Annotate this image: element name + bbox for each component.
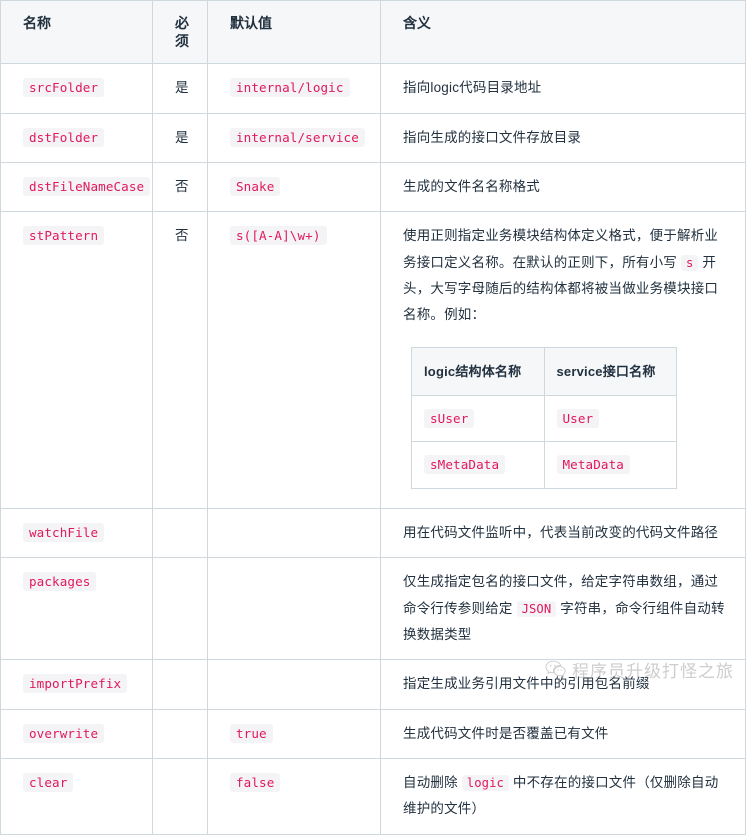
inner-column-header-service: service接口名称 bbox=[544, 347, 677, 396]
table-row: dstFileNameCase 否 Snake 生成的文件名名称格式 bbox=[0, 162, 746, 213]
cell-meaning: 使用正则指定业务模块结构体定义格式，便于解析业务接口定义名称。在默认的正则下，所… bbox=[380, 211, 746, 509]
service-interface-code: MetaData bbox=[556, 455, 630, 475]
cell-required: 否 bbox=[152, 211, 208, 509]
cell-default: false bbox=[207, 758, 381, 835]
cell-meaning: 指定生成业务引用文件中的引用包名前缀 bbox=[380, 659, 746, 710]
table-row: packages 仅生成指定包名的接口文件，给定字符串数组，通过命令行传参则给定… bbox=[0, 557, 746, 661]
param-name-code: dstFolder bbox=[23, 127, 105, 147]
cell-required: 是 bbox=[152, 113, 208, 164]
service-interface-code: User bbox=[556, 408, 600, 428]
column-header-default: 默认值 bbox=[207, 0, 381, 65]
default-value-code: false bbox=[230, 772, 281, 792]
cell-default: true bbox=[207, 709, 381, 759]
inline-code-json: JSON bbox=[516, 600, 557, 617]
default-value-code: s([A-A]\w+) bbox=[230, 226, 327, 246]
cell-param-name: dstFolder bbox=[0, 113, 153, 164]
default-value-code: internal/logic bbox=[230, 78, 350, 98]
cell-param-name: dstFileNameCase bbox=[0, 162, 153, 213]
inner-table-row: sUser User bbox=[411, 395, 677, 443]
table-row: watchFile 用在代码文件监听中，代表当前改变的代码文件路径 bbox=[0, 508, 746, 559]
inline-code-logic: logic bbox=[461, 774, 509, 791]
cell-meaning: 仅生成指定包名的接口文件，给定字符串数组，通过命令行传参则给定 JSON 字符串… bbox=[380, 557, 746, 661]
cell-meaning: 自动删除 logic 中不存在的接口文件（仅删除自动维护的文件） bbox=[380, 758, 746, 835]
cell-param-name: srcFolder bbox=[0, 63, 153, 114]
cell-meaning: 生成的文件名名称格式 bbox=[380, 162, 746, 213]
param-name-code: packages bbox=[23, 572, 97, 592]
cell-meaning: 指向logic代码目录地址 bbox=[380, 63, 746, 114]
param-name-code: clear bbox=[23, 772, 74, 792]
cell-required bbox=[152, 557, 208, 661]
param-name-code: srcFolder bbox=[23, 78, 105, 98]
cell-required bbox=[152, 659, 208, 710]
column-header-required: 必须 bbox=[152, 0, 208, 65]
cell-default bbox=[207, 557, 381, 661]
param-name-code: watchFile bbox=[23, 523, 105, 542]
cell-param-name: packages bbox=[0, 557, 153, 661]
inner-column-header-logic: logic结构体名称 bbox=[411, 347, 545, 396]
meaning-text: 用在代码文件监听中，代表当前改变的代码文件路径 bbox=[403, 525, 719, 540]
table-row: importPrefix 指定生成业务引用文件中的引用包名前缀 bbox=[0, 659, 746, 710]
example-mapping-table: logic结构体名称 service接口名称 sUser User sMetaD… bbox=[411, 346, 677, 489]
meaning-text-part1: 自动删除 bbox=[403, 774, 462, 790]
cell-default: Snake bbox=[207, 162, 381, 213]
cell-meaning: 用在代码文件监听中，代表当前改变的代码文件路径 bbox=[380, 508, 746, 559]
inner-header-row: logic结构体名称 service接口名称 bbox=[411, 347, 677, 396]
table-row: stPattern 否 s([A-A]\w+) 使用正则指定业务模块结构体定义格… bbox=[0, 211, 746, 509]
meaning-text: 指向logic代码目录地址 bbox=[403, 80, 542, 96]
cell-default: internal/service bbox=[207, 113, 381, 164]
cell-default: s([A-A]\w+) bbox=[207, 211, 381, 509]
cell-default bbox=[207, 659, 381, 710]
meaning-text: 指定生成业务引用文件中的引用包名前缀 bbox=[403, 676, 650, 692]
param-name-code: stPattern bbox=[23, 226, 105, 246]
param-name-code: dstFileNameCase bbox=[23, 177, 151, 196]
cell-required: 否 bbox=[152, 162, 208, 213]
default-value-code: internal/service bbox=[230, 127, 365, 147]
param-name-code: importPrefix bbox=[23, 674, 128, 694]
page-root: 名称 必须 默认值 含义 srcFolder 是 internal/logic … bbox=[0, 0, 746, 835]
inner-cell-service: User bbox=[544, 395, 677, 443]
default-value-code: true bbox=[230, 723, 273, 743]
cell-param-name: overwrite bbox=[0, 709, 153, 759]
cell-default: internal/logic bbox=[207, 63, 381, 114]
meaning-text: 指向生成的接口文件存放目录 bbox=[403, 129, 582, 145]
inline-code-s: s bbox=[680, 254, 699, 271]
inner-cell-logic: sUser bbox=[411, 395, 545, 443]
logic-struct-code: sMetaData bbox=[424, 455, 506, 475]
cell-required bbox=[152, 758, 208, 835]
meaning-paragraph: 使用正则指定业务模块结构体定义格式，便于解析业务接口定义名称。在默认的正则下，所… bbox=[403, 223, 731, 328]
inner-table-head: logic结构体名称 service接口名称 bbox=[411, 347, 677, 396]
column-header-name: 名称 bbox=[0, 0, 153, 65]
logic-struct-code: sUser bbox=[424, 408, 475, 428]
cell-param-name: importPrefix bbox=[0, 659, 153, 710]
table-row: dstFolder 是 internal/service 指向生成的接口文件存放… bbox=[0, 113, 746, 164]
cell-param-name: stPattern bbox=[0, 211, 153, 509]
cell-param-name: clear bbox=[0, 758, 153, 835]
table-body: srcFolder 是 internal/logic 指向logic代码目录地址… bbox=[0, 63, 746, 835]
cell-meaning: 生成代码文件时是否覆盖已有文件 bbox=[380, 709, 746, 759]
meaning-text: 生成的文件名名称格式 bbox=[403, 179, 540, 194]
inner-table-row: sMetaData MetaData bbox=[411, 441, 677, 489]
config-parameters-table: 名称 必须 默认值 含义 srcFolder 是 internal/logic … bbox=[0, 0, 746, 835]
column-header-meaning: 含义 bbox=[380, 0, 746, 65]
meaning-text-part1: 使用正则指定业务模块结构体定义格式，便于解析业务接口定义名称。在默认的正则下，所… bbox=[403, 228, 719, 270]
table-head: 名称 必须 默认值 含义 bbox=[0, 0, 746, 65]
param-name-code: overwrite bbox=[23, 723, 105, 743]
meaning-paragraph: 仅生成指定包名的接口文件，给定字符串数组，通过命令行传参则给定 JSON 字符串… bbox=[403, 569, 731, 648]
meaning-paragraph: 自动删除 logic 中不存在的接口文件（仅删除自动维护的文件） bbox=[403, 770, 731, 823]
meaning-text: 生成代码文件时是否覆盖已有文件 bbox=[403, 725, 609, 741]
table-row: clear false 自动删除 logic 中不存在的接口文件（仅删除自动维护… bbox=[0, 758, 746, 835]
table-row: srcFolder 是 internal/logic 指向logic代码目录地址 bbox=[0, 63, 746, 114]
cell-meaning: 指向生成的接口文件存放目录 bbox=[380, 113, 746, 164]
cell-required: 是 bbox=[152, 63, 208, 114]
inner-cell-service: MetaData bbox=[544, 441, 677, 489]
inner-cell-logic: sMetaData bbox=[411, 441, 545, 489]
table-row: overwrite true 生成代码文件时是否覆盖已有文件 bbox=[0, 709, 746, 759]
cell-default bbox=[207, 508, 381, 559]
cell-param-name: watchFile bbox=[0, 508, 153, 559]
default-value-code: Snake bbox=[230, 177, 281, 196]
inner-table-body: sUser User sMetaData MetaData bbox=[411, 395, 677, 489]
cell-required bbox=[152, 709, 208, 759]
cell-required bbox=[152, 508, 208, 559]
table-header-row: 名称 必须 默认值 含义 bbox=[0, 0, 746, 65]
